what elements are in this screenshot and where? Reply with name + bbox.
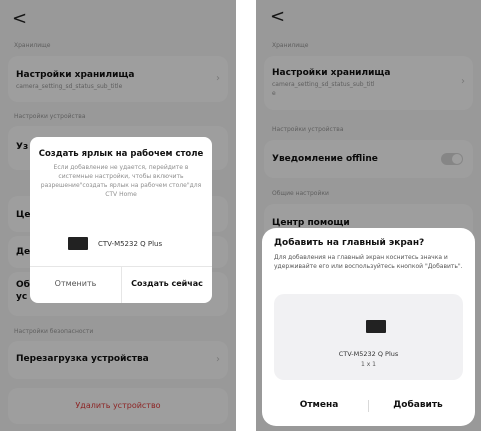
device-name: CTV-M5232 Q Plus [98, 240, 163, 248]
dialog-message: Для добавления на главный экран коснитес… [274, 254, 463, 270]
dialog-button-divider [368, 400, 369, 412]
cancel-button[interactable]: Отмена [274, 400, 364, 410]
left-screen: < Хранилище Настройки хранилища camera_s… [0, 0, 236, 431]
dialog-message: Если добавление не удается, перейдите в … [40, 164, 202, 198]
create-now-button[interactable]: Создать сейчас [122, 279, 212, 288]
cancel-button[interactable]: Отменить [30, 279, 121, 288]
add-button[interactable]: Добавить [373, 400, 463, 410]
dialog-title: Создать ярлык на рабочем столе [38, 149, 204, 159]
dialog-title: Добавить на главный экран? [274, 238, 425, 248]
create-shortcut-dialog: Создать ярлык на рабочем столе Если доба… [30, 137, 212, 303]
camera-device-icon [366, 320, 386, 333]
widget-preview[interactable]: CTV-M5232 Q Plus 1 x 1 [274, 294, 463, 380]
add-to-home-dialog: Добавить на главный экран? Для добавлени… [262, 228, 475, 426]
device-name: CTV-M5232 Q Plus [338, 350, 399, 358]
camera-device-icon [68, 237, 88, 250]
widget-size: 1 x 1 [361, 361, 376, 368]
right-screen: < Хранилище Настройки хранилища camera_s… [256, 0, 481, 431]
